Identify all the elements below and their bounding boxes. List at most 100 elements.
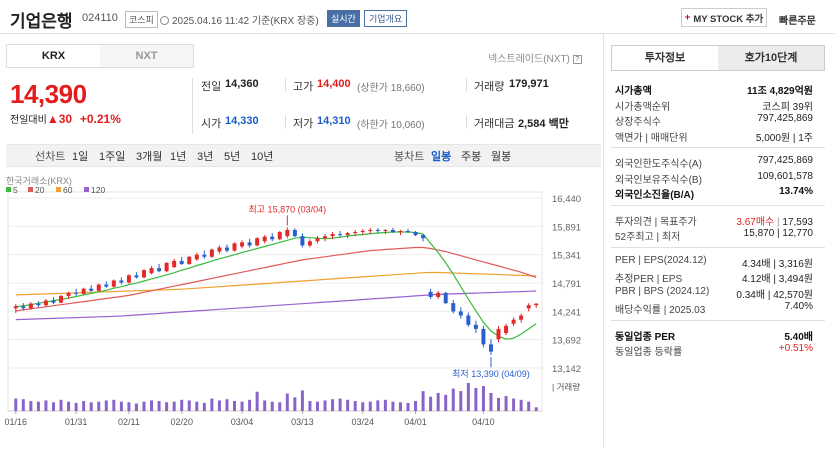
candle-body xyxy=(172,260,177,268)
volume-bar xyxy=(51,402,55,411)
candle-body xyxy=(488,344,493,352)
price-chart-svg[interactable]: 16,440 15,891 15,341 14,791 14,241 13,692 13,1… xyxy=(4,173,601,447)
candle-body xyxy=(406,230,410,233)
candle-weekly[interactable]: 주봉 xyxy=(461,148,481,164)
volume-bar xyxy=(308,401,312,411)
section-divider xyxy=(611,246,825,248)
volume-bar xyxy=(527,401,531,411)
min-annotation: 최저 13,390 (04/09) xyxy=(452,369,530,379)
price-change: 전일대비▲30 +0.21% xyxy=(10,111,121,126)
candle-body xyxy=(360,230,365,233)
volume-label: 거래량 xyxy=(474,81,505,93)
volume-bar xyxy=(421,391,425,411)
period-3m[interactable]: 3개월 xyxy=(136,148,162,164)
period-1w[interactable]: 1주일 xyxy=(99,148,125,164)
volume-bar xyxy=(240,401,244,411)
candle-body xyxy=(96,284,101,291)
candle-body xyxy=(126,275,131,283)
volume-bar xyxy=(255,391,259,411)
divider xyxy=(285,115,286,129)
add-mystock-button[interactable]: + MY STOCK 추가 xyxy=(681,8,767,27)
info-key: 시가총액 xyxy=(615,86,652,97)
divider xyxy=(285,78,286,92)
tab-krx[interactable]: KRX xyxy=(7,45,100,67)
target-price-value: 17,593 xyxy=(782,216,813,228)
change-value: 30 xyxy=(58,112,73,126)
volume-bar xyxy=(36,401,40,411)
info-row: 동일업종 등락률 +0.51% xyxy=(615,343,813,358)
volume-bar xyxy=(210,398,214,411)
candle-body xyxy=(74,292,79,294)
tab-orderbook[interactable]: 호가10단계 xyxy=(718,46,824,70)
current-price: 14,390 xyxy=(10,79,87,109)
info-row: 투자의견 | 목표주가 3.67매수 | 17,593 xyxy=(615,213,813,228)
volume-bar xyxy=(315,401,319,411)
info-row: 동일업종 PER 5.40배 xyxy=(615,328,813,343)
x-tick-label: 02/11 xyxy=(118,417,140,427)
line-chart-label: 선차트 xyxy=(35,151,66,163)
tab-invest-info[interactable]: 투자정보 xyxy=(612,46,718,70)
info-value: 797,425,869 xyxy=(757,113,813,124)
panel-divider xyxy=(603,34,604,447)
candle-body xyxy=(262,236,267,242)
quote-datetime: 2025.04.16 11:42 기준(KRX 장중) xyxy=(160,12,319,27)
quick-order-button[interactable]: 빠른주문 xyxy=(779,12,816,27)
period-1y[interactable]: 1년 xyxy=(170,148,186,164)
x-tick-label: 04/10 xyxy=(472,417,495,427)
period-3y[interactable]: 3년 xyxy=(197,148,213,164)
candle-body xyxy=(451,303,456,312)
volume-bar xyxy=(67,401,71,411)
volume-bar xyxy=(21,399,25,411)
realtime-badge[interactable]: 실시간 xyxy=(327,10,360,27)
info-row: 액면가 | 매매단위 5,000원 | 1주 xyxy=(615,129,813,144)
help-icon[interactable]: ? xyxy=(572,54,582,64)
volume-bar xyxy=(165,402,169,411)
volume-bar xyxy=(466,383,470,411)
candle-monthly[interactable]: 월봉 xyxy=(491,148,511,164)
right-tabs: 투자정보 호가10단계 xyxy=(611,45,825,71)
open-label: 시가 xyxy=(201,118,222,130)
corp-overview-button[interactable]: 기업개요 xyxy=(364,10,408,27)
divider xyxy=(466,115,467,129)
clock-icon xyxy=(160,16,169,25)
volume-bar xyxy=(331,399,335,411)
candle-body xyxy=(421,235,426,239)
candle-body xyxy=(202,254,207,257)
x-tick-label: 03/04 xyxy=(231,417,254,427)
volume-bar xyxy=(444,394,448,411)
ma-legend-label: 120 xyxy=(91,185,105,195)
info-key: 배당수익률 | 2025.03 xyxy=(615,305,706,316)
candle-body xyxy=(307,241,312,246)
candle-body xyxy=(496,328,501,340)
volume-bar xyxy=(481,386,485,411)
candle-daily[interactable]: 일봉 xyxy=(431,148,451,164)
candle-body xyxy=(436,292,441,297)
volume-bar xyxy=(474,387,478,411)
ma-legend-swatch xyxy=(28,187,33,192)
info-row: PER | EPS(2024.12) 4.34배 | 3,316원 xyxy=(615,255,813,270)
rating-value: 3.67매수 xyxy=(736,216,775,228)
volume-bar xyxy=(180,399,184,411)
tab-nxt[interactable]: NXT xyxy=(100,45,193,67)
volume-bar xyxy=(361,402,365,411)
basis-text: 기준(KRX 장중) xyxy=(251,16,319,27)
volume-bar xyxy=(150,400,154,411)
volume-bar xyxy=(368,401,372,411)
candle-body xyxy=(142,270,146,278)
info-row: 배당수익률 | 2025.03 7.40% xyxy=(615,301,813,316)
volume-bar xyxy=(172,401,176,411)
candle-body xyxy=(164,262,169,272)
candle-body xyxy=(149,268,154,274)
stock-code: 024110 xyxy=(82,12,118,24)
period-10y[interactable]: 10년 xyxy=(251,148,273,164)
section-divider xyxy=(611,147,825,148)
candle-body xyxy=(383,229,388,231)
volume-bar xyxy=(285,393,289,411)
x-tick-label: 03/13 xyxy=(291,417,314,427)
volume-bar xyxy=(187,400,191,411)
period-5y[interactable]: 5년 xyxy=(224,148,240,164)
nextrade-label: 넥스트레이드(NXT) ? xyxy=(488,50,582,65)
period-1d[interactable]: 1일 xyxy=(72,148,88,164)
price-chart[interactable]: 16,440 15,891 15,341 14,791 14,241 13,692 13,1… xyxy=(4,173,601,447)
info-value: 코스피 39위 xyxy=(762,101,813,113)
